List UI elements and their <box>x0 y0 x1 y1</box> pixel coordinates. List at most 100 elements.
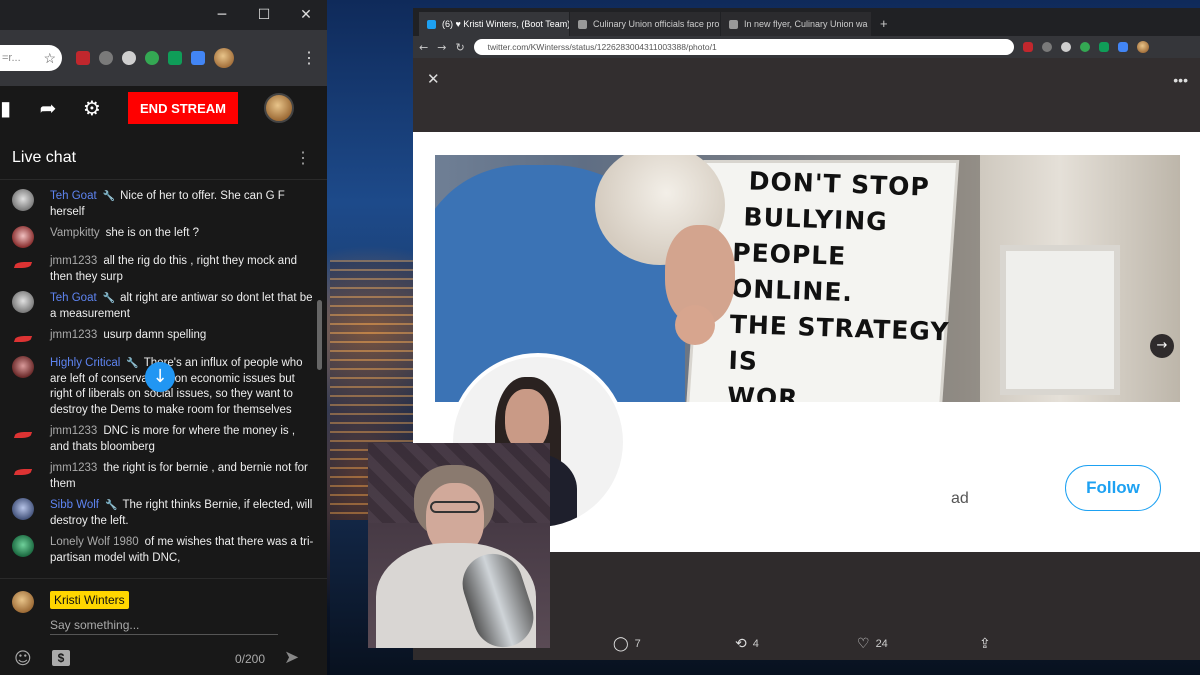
author-name[interactable]: Vampkitty <box>50 227 100 239</box>
moderator-wrench-icon: 🔧 <box>102 191 116 202</box>
message-body: Vampkitty she is on the left ? <box>50 226 317 248</box>
message-text: usurp damn spelling <box>103 329 207 341</box>
reload-icon[interactable]: ↻ <box>455 41 464 54</box>
maximize-icon[interactable]: ☐ <box>243 7 285 23</box>
tab-favicon-icon <box>729 19 738 29</box>
author-name[interactable]: jmm1233 <box>50 329 97 341</box>
author-avatar[interactable] <box>12 356 34 378</box>
chat-menu-icon[interactable]: ⋮ <box>295 148 311 168</box>
author-avatar[interactable] <box>12 424 34 446</box>
nav-toolbar: ← → ↻ twitter.com/KWinterss/status/12262… <box>413 36 1200 58</box>
my-name-badge: Kristi Winters <box>50 591 129 609</box>
new-tab-icon[interactable]: + <box>880 16 888 31</box>
author-avatar[interactable] <box>12 291 34 313</box>
author-avatar[interactable] <box>12 535 34 557</box>
author-avatar[interactable] <box>12 461 34 483</box>
forward-icon[interactable]: → <box>437 41 446 54</box>
reply-count: 7 <box>634 638 641 650</box>
tab-label: (6) ♥ Kristi Winters, (Boot Team) <box>442 19 569 29</box>
author-name[interactable]: Highly Critical <box>50 357 120 369</box>
follow-button[interactable]: Follow <box>1065 465 1161 511</box>
extension-icon[interactable] <box>1098 42 1109 52</box>
extension-icon[interactable] <box>1060 42 1071 52</box>
chat-compose: Kristi Winters ☺ $ 0/200 ➤ <box>0 578 327 675</box>
tab-label: Culinary Union officials face pro <box>593 19 720 29</box>
extension-icon[interactable] <box>1079 42 1090 52</box>
retweet-button[interactable]: ⟲ 4 <box>735 636 857 652</box>
banner-frame <box>980 155 1180 402</box>
author-name[interactable]: Lonely Wolf 1980 <box>50 536 139 548</box>
author-avatar[interactable] <box>12 498 34 520</box>
browser-tab[interactable]: (6) ♥ Kristi Winters, (Boot Team)✕ <box>419 12 569 36</box>
share-button[interactable]: ⇪ <box>979 636 1101 652</box>
extension-icon[interactable] <box>191 51 205 65</box>
browser-menu-icon[interactable]: ⋮ <box>301 48 317 68</box>
extension-icon[interactable] <box>168 51 182 65</box>
author-avatar[interactable] <box>12 328 34 350</box>
message-body: Teh Goat 🔧 Nice of her to offer. She can G… <box>50 189 317 220</box>
author-name[interactable]: jmm1233 <box>50 462 97 474</box>
send-icon[interactable]: ➤ <box>284 647 299 668</box>
tab-label: In new flyer, Culinary Union wa <box>744 19 868 29</box>
more-icon[interactable]: ••• <box>1173 72 1188 88</box>
author-name[interactable]: Teh Goat <box>50 190 97 202</box>
moderator-wrench-icon: 🔧 <box>105 500 118 511</box>
profile-avatar[interactable] <box>1136 41 1149 53</box>
bookmark-star-icon[interactable]: ☆ <box>43 50 56 67</box>
author-name[interactable]: jmm1233 <box>50 255 97 267</box>
message-body: Lonely Wolf 1980 of me wishes that there … <box>50 535 317 566</box>
extension-icon[interactable] <box>99 51 113 65</box>
emoji-icon[interactable]: ☺ <box>14 649 32 669</box>
next-arrow-icon[interactable]: → <box>1150 334 1174 358</box>
chat-input[interactable] <box>50 615 278 635</box>
browser-tab[interactable]: Culinary Union officials face pro✕ <box>570 12 720 36</box>
author-avatar[interactable] <box>12 189 34 211</box>
tweet-actions: ◯ 7 ⟲ 4 ♡ 24 ⇪ <box>613 636 1101 652</box>
photo-modal-top: ✕ ••• <box>413 58 1200 132</box>
moderator-wrench-icon: 🔧 <box>126 358 139 369</box>
reply-button[interactable]: ◯ 7 <box>613 636 735 652</box>
adblock-icon[interactable] <box>76 51 90 65</box>
author-avatar[interactable] <box>12 254 34 276</box>
tab-favicon-icon <box>427 19 436 29</box>
share-icon[interactable]: ➦ <box>26 96 70 120</box>
tab-favicon-icon <box>578 19 587 29</box>
my-avatar <box>12 591 34 613</box>
like-button[interactable]: ♡ 24 <box>857 636 979 652</box>
close-icon[interactable]: ✕ <box>427 70 440 88</box>
extension-icon[interactable] <box>122 51 136 65</box>
profile-avatar[interactable] <box>214 48 234 68</box>
url-bar[interactable]: twitter.com/KWinterss/status/12262830043… <box>473 39 1014 55</box>
message-body: Highly Critical🔧There's an influx of peo… <box>50 356 317 418</box>
message-text: she is on the left ? <box>105 227 199 239</box>
streamer-glasses <box>430 501 480 513</box>
extension-icon[interactable] <box>1117 42 1128 52</box>
end-stream-button[interactable]: END STREAM <box>128 92 238 124</box>
minimize-icon[interactable]: ─ <box>201 7 243 23</box>
gear-icon[interactable]: ⚙ <box>70 96 114 120</box>
extension-icon[interactable] <box>1041 42 1052 52</box>
author-name[interactable]: Sibb Wolf <box>50 499 99 511</box>
author-name[interactable]: Teh Goat <box>50 292 97 304</box>
scroll-down-button[interactable]: ↓ <box>145 362 175 392</box>
extension-icon[interactable] <box>145 51 159 65</box>
chat-message: Sibb Wolf 🔧 The right thinks Bernie, if el… <box>0 495 327 532</box>
clapperboard-icon[interactable]: ▮ <box>0 96 26 120</box>
author-name[interactable]: jmm1233 <box>50 425 97 437</box>
back-icon[interactable]: ← <box>419 41 428 54</box>
chat-message: jmm1233 all the rig do this , right they … <box>0 251 327 288</box>
address-bar[interactable]: =r... ☆ <box>0 45 62 71</box>
message-body: Teh Goat 🔧 alt right are antiwar so dont l… <box>50 291 317 322</box>
whiteboard-line: THE STRATEGY IS <box>728 309 950 376</box>
char-counter: 0/200 <box>235 652 266 666</box>
chat-scrollbar[interactable] <box>317 300 322 370</box>
adblock-icon[interactable] <box>1022 42 1033 52</box>
banner-frame-inner <box>1000 245 1120 395</box>
author-avatar[interactable] <box>12 226 34 248</box>
browser-tab[interactable]: In new flyer, Culinary Union wa✕ <box>721 12 871 36</box>
channel-avatar[interactable] <box>264 93 294 123</box>
super-chat-icon[interactable]: $ <box>52 650 70 666</box>
profile-bio-fragment: ad <box>951 490 969 507</box>
chat-message: Teh Goat 🔧 Nice of her to offer. She can G… <box>0 186 327 223</box>
close-window-icon[interactable]: ✕ <box>285 7 327 23</box>
